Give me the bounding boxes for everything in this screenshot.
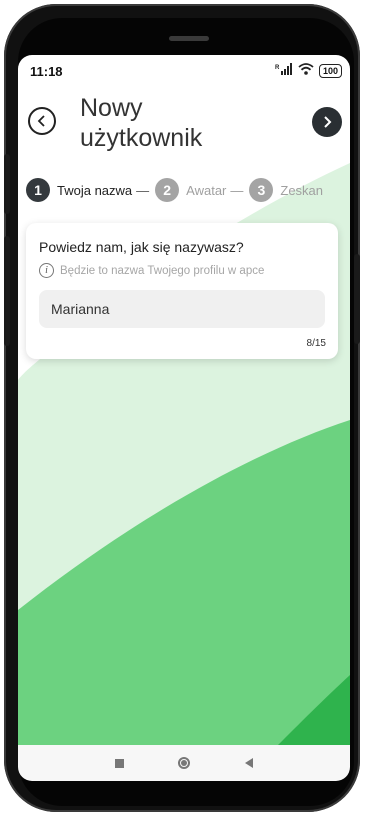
recent-apps-icon[interactable] [115,758,125,768]
info-icon: i [39,263,54,278]
status-bar: 11:18 R 100 [18,55,350,85]
chevron-left-icon [37,115,45,127]
form-hint: i Będzie to nazwa Twojego profilu w apce [39,263,264,278]
step-3-label: Zeskan [280,182,324,198]
signal-icon: R [275,62,293,80]
step-1-number[interactable]: 1 [26,178,50,202]
step-separator: — [136,182,150,198]
step-1-label: Twoja nazwa [57,182,133,198]
back-arrow-icon[interactable] [244,758,253,768]
header: Nowy użytkownik [18,87,350,157]
status-time: 11:18 [30,64,63,79]
stepper: 1 Twoja nazwa — 2 Awatar — 3 Zeskan [26,175,350,205]
page-title: Nowy użytkownik [80,93,280,153]
home-icon[interactable] [178,757,191,769]
roaming-label: R [275,65,280,71]
hint-text: Będzie to nazwa Twojego profilu w apce [60,264,265,277]
background-waves [18,163,350,745]
form-question: Powiedz nam, jak się nazywasz? [39,239,244,255]
battery-icon: 100 [318,64,342,78]
char-counter: 8/15 [306,338,326,349]
name-form-card: Powiedz nam, jak się nazywasz? i Będzie … [26,223,338,359]
step-2-label: Awatar [186,182,227,198]
chevron-right-icon [324,116,332,128]
step-2-number[interactable]: 2 [155,178,180,202]
wifi-icon [298,62,314,80]
step-separator: — [230,182,244,198]
status-icons: R 100 [275,62,342,80]
android-nav-bar [18,745,350,781]
name-input[interactable] [39,290,325,328]
volume-up-button [4,154,10,214]
title-line-1: Nowy [80,94,143,122]
volume-down-button [4,236,10,346]
home-dot [181,760,188,766]
power-button [354,254,360,344]
back-button[interactable] [28,107,56,135]
step-3-number[interactable]: 3 [249,178,274,202]
next-button[interactable] [312,107,342,137]
speaker-grille [169,36,209,41]
title-line-2: użytkownik [80,124,203,152]
app-screen: 11:18 R 100 Nowy użytkownik 1 Twoja nazw… [18,55,350,745]
